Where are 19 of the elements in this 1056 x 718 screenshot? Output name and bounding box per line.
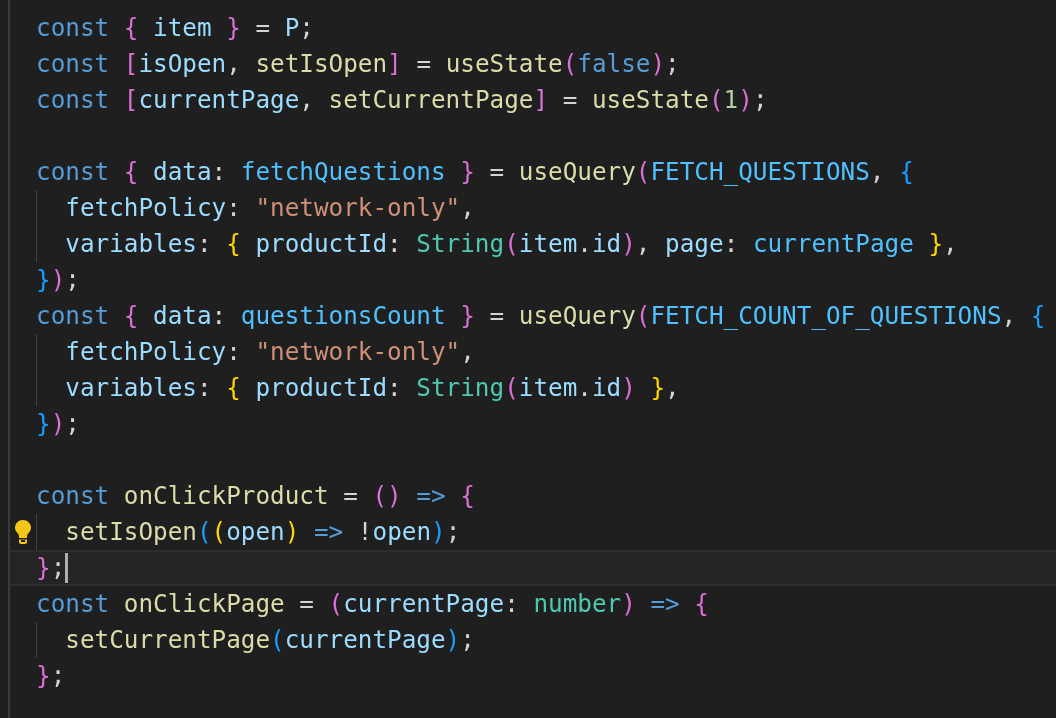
code-line: variables: { productId: String(item.id), page: currentPage }, [36,226,958,262]
code-line: const { item } = P; [36,12,314,44]
code-line: const { data: fetchQuestions } = useQuery(FETCH_QUESTIONS, { [36,156,914,188]
code-line: const [currentPage, setCurrentPage] = useState(1); [36,84,768,116]
code-line: variables: { productId: String(item.id) }, [36,370,680,406]
code-line: const onClickProduct = () => { [36,480,475,512]
code-line: const [isOpen, setIsOpen] = useState(false); [36,48,680,80]
lightbulb-icon[interactable] [15,520,31,544]
code-line: fetchPolicy: "network-only", [36,190,475,226]
code-line: }; [36,550,69,586]
code-line: }); [36,264,80,296]
code-editor[interactable] [8,0,1056,718]
text-cursor [65,553,69,583]
code-line: const { data: questionsCount } = useQuery(FETCH_COUNT_OF_QUESTIONS, { [36,300,1046,332]
code-line: const onClickPage = (currentPage: number) => { [36,588,709,620]
code-line: fetchPolicy: "network-only", [36,334,475,370]
code-line: }); [36,408,80,440]
code-line: setCurrentPage(currentPage); [36,622,475,658]
code-line: }; [36,660,66,692]
